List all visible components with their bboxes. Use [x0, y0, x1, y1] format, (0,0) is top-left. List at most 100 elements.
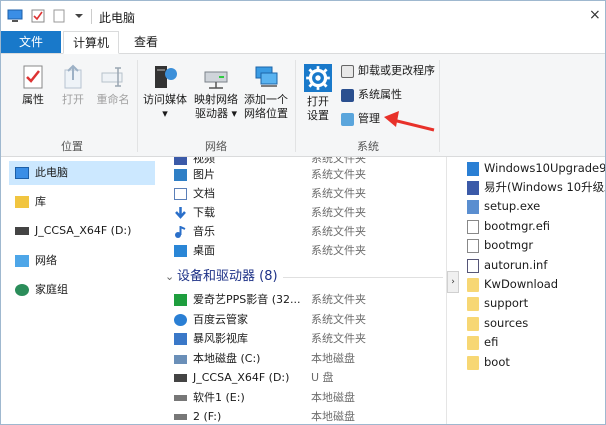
- tab-view[interactable]: 查看: [125, 31, 167, 53]
- item-type: 系统文件夹: [311, 187, 366, 200]
- group-separator: [295, 60, 296, 152]
- list-item[interactable]: 软件1 (E:) 本地磁盘: [161, 388, 445, 408]
- desktop-icon: [174, 245, 187, 257]
- close-button[interactable]: ×: [589, 7, 601, 23]
- list-item[interactable]: 本地磁盘 (C:) 本地磁盘: [161, 349, 445, 369]
- folder-icon: [467, 335, 479, 350]
- list-item[interactable]: 图片 系统文件夹: [161, 165, 445, 185]
- uninstall-icon: [341, 64, 354, 78]
- manage-icon: [341, 112, 354, 126]
- nav-item-drive-d[interactable]: J_CCSA_X64F (D:): [15, 219, 153, 243]
- system-properties-icon: [341, 88, 354, 102]
- file-item[interactable]: 易升(Windows 10升级助: [467, 178, 605, 197]
- network-location-icon: [255, 66, 278, 87]
- nav-item-homegroup[interactable]: 家庭组: [15, 278, 153, 302]
- item-name: 本地磁盘 (C:): [193, 352, 261, 365]
- map-network-drive-label-2: 驱动器 ▾: [194, 107, 238, 120]
- item-type: 系统文件夹: [311, 293, 366, 306]
- open-settings-button[interactable]: 打开 设置: [301, 64, 335, 123]
- uninstall-label: 卸载或更改程序: [358, 64, 435, 77]
- open-icon: [64, 64, 82, 89]
- nav-item-this-pc[interactable]: 此电脑: [9, 161, 155, 185]
- nav-item-library[interactable]: 库: [15, 190, 153, 214]
- list-item[interactable]: 桌面 系统文件夹: [161, 241, 445, 261]
- add-network-location-button[interactable]: 添加一个 网络位置: [241, 64, 291, 121]
- list-item[interactable]: 音乐 系统文件夹: [161, 222, 445, 242]
- list-item[interactable]: 爱奇艺PPS影音 (32... 系统文件夹: [161, 290, 445, 310]
- list-item[interactable]: 暴风影视库 系统文件夹: [161, 329, 445, 349]
- item-type: 本地磁盘: [311, 352, 355, 365]
- network-icon: [15, 255, 29, 267]
- item-name: 图片: [193, 168, 215, 181]
- rename-button[interactable]: 重命名: [93, 64, 133, 107]
- folder-icon: [467, 355, 479, 370]
- ribbon: 属性 打开 重命名 位置 访问媒体 ▾ 映射网络 驱动器 ▾ 添加一个 网络位置…: [1, 54, 605, 157]
- item-name: 爱奇艺PPS影音 (32...: [193, 293, 301, 306]
- map-network-drive-button[interactable]: 映射网络 驱动器 ▾: [191, 64, 241, 121]
- open-label: 打开: [62, 93, 84, 106]
- drive-icon: [15, 227, 29, 235]
- file-item[interactable]: Windows10Upgrade98: [467, 159, 605, 178]
- chevron-right-icon[interactable]: ›: [447, 271, 459, 293]
- file-item[interactable]: KwDownload: [467, 275, 558, 294]
- tab-file[interactable]: 文件: [1, 31, 61, 53]
- explorer-window: 此电脑 × 文件 计算机 查看 属性 打开 重命名 位置 访问媒体 ▾ 映射网络…: [0, 0, 606, 425]
- file-item[interactable]: support: [467, 294, 528, 313]
- manage-button[interactable]: 管理: [341, 110, 380, 128]
- file-name: bootmgr: [484, 238, 534, 252]
- ribbon-tabs: 文件 计算机 查看: [1, 31, 605, 54]
- new-folder-quick-icon[interactable]: [53, 9, 65, 23]
- item-type: 系统文件夹: [311, 206, 366, 219]
- file-item[interactable]: bootmgr.efi: [467, 217, 550, 236]
- open-button[interactable]: 打开: [55, 64, 91, 107]
- file-item[interactable]: boot: [467, 353, 510, 372]
- properties-icon: [23, 65, 43, 89]
- music-icon: [175, 226, 186, 238]
- access-media-label-1: 访问媒体: [143, 93, 187, 106]
- list-item[interactable]: J_CCSA_X64F (D:) U 盘: [161, 368, 445, 388]
- content-pane: 视频 系统文件夹 图片 系统文件夹 文档 系统文件夹 下载 系统文件夹 音乐 系…: [161, 157, 445, 424]
- list-item[interactable]: 2 (F:) 本地磁盘: [161, 407, 445, 424]
- list-item[interactable]: 下载 系统文件夹: [161, 203, 445, 223]
- map-network-drive-label-1: 映射网络: [194, 93, 238, 106]
- file-item[interactable]: sources: [467, 314, 528, 333]
- add-network-location-label-1: 添加一个: [244, 93, 288, 106]
- system-properties-button[interactable]: 系统属性: [341, 86, 402, 104]
- list-item[interactable]: 百度云管家 系统文件夹: [161, 310, 445, 330]
- document-icon: [467, 219, 479, 234]
- file-item[interactable]: setup.exe: [467, 197, 540, 216]
- nav-label: 此电脑: [35, 166, 68, 179]
- properties-quick-icon[interactable]: [31, 9, 45, 23]
- file-item[interactable]: efi: [467, 333, 498, 352]
- properties-label: 属性: [22, 93, 44, 106]
- homegroup-icon: [15, 284, 29, 296]
- access-media-label-2: ▾: [162, 107, 168, 120]
- documents-icon: [174, 188, 187, 200]
- devices-header-label: 设备和驱动器 (8): [177, 269, 278, 284]
- group-separator: [137, 60, 138, 152]
- quick-access-dropdown-icon[interactable]: [73, 9, 85, 23]
- file-name: boot: [484, 355, 510, 369]
- tab-computer[interactable]: 计算机: [63, 31, 119, 54]
- window-title: 此电脑: [99, 11, 136, 25]
- devices-section-header[interactable]: ⌄ 设备和驱动器 (8): [161, 267, 445, 287]
- uninstall-program-button[interactable]: 卸载或更改程序: [341, 62, 435, 80]
- item-type: 系统文件夹: [311, 244, 366, 257]
- file-item[interactable]: autorun.inf: [467, 256, 547, 275]
- access-media-button[interactable]: 访问媒体 ▾: [141, 64, 189, 121]
- file-name: support: [484, 296, 529, 310]
- title-bar: 此电脑 ×: [1, 1, 605, 31]
- rename-label: 重命名: [96, 93, 130, 106]
- item-name: J_CCSA_X64F (D:): [193, 371, 290, 384]
- item-name: 软件1 (E:): [193, 391, 245, 404]
- navigation-pane: 此电脑 库 J_CCSA_X64F (D:) 网络 家庭组: [1, 157, 156, 424]
- file-name: bootmgr.efi: [484, 219, 551, 233]
- library-icon: [15, 196, 29, 208]
- list-item[interactable]: 文档 系统文件夹: [161, 184, 445, 204]
- nav-item-network[interactable]: 网络: [15, 249, 153, 273]
- file-item[interactable]: bootmgr: [467, 236, 533, 255]
- properties-button[interactable]: 属性: [15, 64, 51, 107]
- videos-icon: [174, 157, 187, 165]
- item-name: 百度云管家: [193, 313, 248, 326]
- item-name: 音乐: [193, 225, 215, 238]
